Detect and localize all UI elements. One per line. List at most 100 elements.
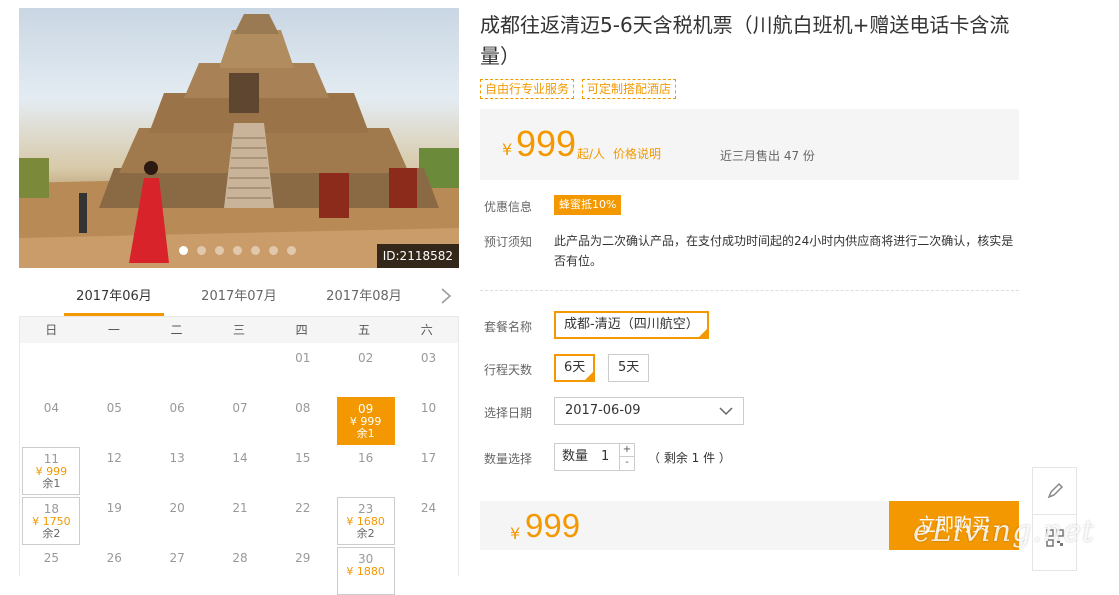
- day-number: 09: [358, 402, 374, 416]
- starting-price: 999: [516, 123, 577, 164]
- day-remaining: 余2: [42, 527, 61, 540]
- days-option-6[interactable]: 6天: [554, 354, 596, 382]
- image-id-label: ID:2118582: [376, 244, 459, 268]
- tag-hotel: 可定制搭配酒店: [582, 79, 677, 99]
- carousel-dot[interactable]: [251, 246, 260, 255]
- day-number: 11: [43, 452, 60, 466]
- sold-count: 近三月售出 47 份: [720, 149, 815, 163]
- carousel-dot[interactable]: [197, 246, 206, 255]
- currency-symbol: ¥: [502, 140, 513, 159]
- calendar-day: 14: [211, 447, 269, 495]
- discount-badge: 蜂蜜抵10%: [554, 195, 622, 215]
- day-number: 26: [106, 551, 122, 565]
- weekday-label: 一: [107, 323, 120, 337]
- day-number: 22: [295, 501, 311, 515]
- calendar-month-tabs: 2017年06月 2017年07月 2017年08月: [19, 282, 459, 316]
- price-unit: 起/人: [577, 147, 606, 161]
- calendar-day-available[interactable]: 11 ¥ 999 余1: [22, 447, 81, 495]
- days-option-5[interactable]: 5天: [608, 354, 650, 382]
- weekday-label: 五: [358, 323, 371, 337]
- weekday-label: 日: [45, 323, 58, 337]
- carousel-dot[interactable]: [287, 246, 296, 255]
- quantity-input[interactable]: 1: [601, 444, 609, 470]
- calendar-day-available[interactable]: 23 ¥ 1680 余2: [336, 497, 395, 545]
- calendar-day-available[interactable]: 30 ¥ 1880: [336, 547, 395, 595]
- calendar-day: 17: [400, 447, 458, 495]
- product-hero-image[interactable]: ID:2118582: [19, 8, 459, 268]
- day-number: 08: [295, 401, 311, 415]
- tab-month-3[interactable]: 2017年08月: [314, 282, 414, 316]
- carousel-dots: [179, 246, 296, 255]
- day-number: 07: [232, 401, 248, 415]
- weekday-label: 四: [295, 323, 308, 337]
- calendar-day: 25: [22, 547, 80, 595]
- quantity-label: 数量选择: [484, 452, 533, 466]
- calendar-day-available[interactable]: 09 ¥ 999 余1: [336, 397, 395, 445]
- discount-label: 优惠信息: [484, 200, 533, 214]
- day-number: 15: [295, 451, 311, 465]
- day-number: 23: [358, 502, 374, 516]
- price-panel: ¥ 999 起/人 价格说明 近三月售出 47 份: [480, 109, 1019, 180]
- calendar-day: 20: [148, 497, 206, 545]
- day-number: 06: [169, 401, 185, 415]
- day-number: 25: [43, 551, 60, 565]
- carousel-dot[interactable]: [179, 246, 188, 255]
- day-price: ¥ 1880: [346, 565, 385, 578]
- calendar-day: 13: [148, 447, 206, 495]
- day-number: 10: [420, 401, 437, 415]
- quantity-stepper: 数量 1 + -: [554, 443, 635, 471]
- date-select[interactable]: 2017-06-09: [554, 397, 744, 425]
- product-title: 成都往返清迈5-6天含税机票（川航白班机+赠送电话卡含流量）: [480, 13, 1010, 68]
- price-explanation-link[interactable]: 价格说明: [613, 145, 661, 162]
- day-number: 18: [43, 502, 60, 516]
- calendar-day: 03: [400, 347, 458, 395]
- day-number: 30: [358, 552, 374, 566]
- calendar-day: 28: [211, 547, 269, 595]
- calendar-day: 04: [22, 397, 80, 445]
- carousel-dot[interactable]: [233, 246, 242, 255]
- tab-month-2[interactable]: 2017年07月: [189, 282, 289, 316]
- day-number: 03: [420, 351, 437, 365]
- price-calendar: 日 一 二 三 四 五 六 01 02 03 04 05 06 07 08 09 ¥ 999 余1 1…: [19, 316, 459, 595]
- total-currency-symbol: ¥: [510, 524, 521, 543]
- chevron-down-icon: [719, 407, 733, 416]
- pencil-icon: [1047, 482, 1064, 499]
- day-number: 20: [169, 501, 185, 515]
- calendar-day: 21: [211, 497, 269, 545]
- day-number: 12: [106, 451, 122, 465]
- calendar-day: 26: [85, 547, 143, 595]
- tag-free-travel: 自由行专业服务: [480, 79, 575, 99]
- next-month-chevron-icon[interactable]: [439, 286, 455, 308]
- calendar-day: 27: [148, 547, 206, 595]
- feedback-button[interactable]: [1033, 468, 1076, 513]
- calendar-day: 12: [85, 447, 143, 495]
- calendar-day: 29: [274, 547, 332, 595]
- calendar-day-available[interactable]: 18 ¥ 1750 余2: [22, 497, 81, 545]
- day-number: 21: [232, 501, 248, 515]
- quantity-increase-button[interactable]: +: [619, 444, 634, 457]
- weekday-label: 二: [170, 323, 183, 337]
- package-option[interactable]: 成都-清迈（四川航空）: [554, 311, 709, 339]
- calendar-weekday-header: 日 一 二 三 四 五 六: [20, 317, 458, 343]
- day-number: 05: [106, 401, 122, 415]
- date-select-value: 2017-06-09: [565, 403, 641, 418]
- temple-illustration: [19, 14, 459, 268]
- calendar-day: 19: [85, 497, 143, 545]
- calendar-day: 22: [274, 497, 332, 545]
- day-remaining: 余1: [356, 427, 375, 440]
- day-number: 17: [420, 451, 437, 465]
- carousel-dot[interactable]: [269, 246, 278, 255]
- tab-month-1[interactable]: 2017年06月: [64, 282, 164, 316]
- total-price: 999: [525, 507, 581, 544]
- day-number: 14: [232, 451, 248, 465]
- day-number: 27: [169, 551, 185, 565]
- stock-remaining: （ 剩余 1 件 ）: [648, 451, 731, 465]
- day-number: 13: [169, 451, 185, 465]
- weekday-label: 六: [420, 323, 433, 337]
- carousel-dot[interactable]: [215, 246, 224, 255]
- day-remaining: 余2: [356, 527, 375, 540]
- day-number: 16: [358, 451, 374, 465]
- quantity-decrease-button[interactable]: -: [619, 457, 634, 470]
- divider: [480, 290, 1019, 291]
- day-number: 01: [295, 351, 311, 365]
